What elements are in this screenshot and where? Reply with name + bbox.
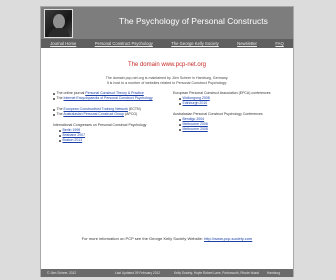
item-link[interactable]: Wollongong 2008 (183, 96, 210, 100)
site-header: The Psychology of Personal Constructs (41, 7, 293, 39)
item-link[interactable]: Edinburgh 2010 (183, 101, 208, 105)
more-info-note: For more information on PCP see the Geor… (41, 236, 293, 241)
link-section: International Congresses on Personal Con… (53, 123, 171, 143)
bullet-icon (179, 98, 181, 100)
item-link[interactable]: Personal Construct Theory & Practice (85, 91, 144, 95)
bullet-icon (179, 124, 181, 126)
list-item: The Australasian Personal Construct Grou… (53, 112, 171, 117)
more-info-text: For more information on PCP see the Geor… (81, 236, 205, 241)
intro-text: The domain pcp-net.org is maintained by … (41, 76, 293, 86)
bullet-icon (53, 114, 55, 116)
item-link[interactable]: Boston 2013 (63, 138, 83, 142)
nav-journal-home[interactable]: Journal Home (50, 41, 76, 46)
item-suffix: (APCG) (124, 112, 138, 116)
item-prefix: The online journal (56, 91, 86, 95)
item-prefix: The (56, 107, 64, 111)
bullet-icon (179, 103, 181, 105)
link-section: The online journal Personal Construct Th… (53, 91, 171, 101)
bullet-icon (179, 119, 181, 121)
right-column: European Personal Construct Association … (173, 91, 289, 132)
site-title: The Psychology of Personal Constructs (119, 16, 268, 26)
list-item: Edinburgh 2010 (173, 101, 289, 106)
site-footer: © Jörn Scheer, 2012 Last Updated 09 Febr… (41, 269, 293, 277)
list-item: Boston 2013 (53, 138, 171, 143)
item-link[interactable]: Australasian Personal Construct Group (63, 112, 124, 116)
nav-george-kelly-society[interactable]: The George Kelly Society (171, 41, 218, 46)
page-frame: The Psychology of Personal Constructs Jo… (40, 6, 294, 277)
pcp-society-link[interactable]: http://www.pcp-society.com (204, 236, 252, 241)
bullet-icon (53, 93, 55, 95)
domain-heading: The domain www.pcp-net.org (127, 62, 207, 68)
left-column: The online journal Personal Construct Th… (53, 91, 171, 143)
copyright-link[interactable]: © Jörn Scheer, 2012 (47, 271, 76, 275)
bullet-icon (59, 135, 61, 137)
item-prefix: The (56, 96, 64, 100)
bullet-icon (59, 130, 61, 132)
main-nav: Journal Home Personal Construct Psycholo… (41, 39, 293, 48)
bullet-icon (53, 98, 55, 100)
bullet-icon (53, 109, 55, 111)
list-item: Melbourne 2008 (173, 127, 289, 132)
link-section: The European Constructivist Training Net… (53, 107, 171, 117)
link-section: European Personal Construct Association … (173, 91, 289, 106)
last-updated: Last Updated 09 February 2012 (115, 270, 161, 275)
item-link[interactable]: Melbourne 2008 (183, 127, 208, 131)
item-link[interactable]: Brisbane 2007 (63, 133, 86, 137)
item-link[interactable]: Bendigo 2004 (183, 117, 205, 121)
bullet-icon (59, 140, 61, 142)
nav-newsletter[interactable]: Newsletter (237, 41, 257, 46)
link-section: Australasian Personal Construct Psycholo… (173, 112, 289, 132)
list-item: The Internet Encyclopaedia of Personal C… (53, 96, 171, 101)
intro-line: It is host to a number of websites relat… (106, 81, 228, 85)
item-link[interactable]: Berlin 1999 (63, 128, 81, 132)
bullet-icon (179, 129, 181, 131)
nav-faq[interactable]: FAQ (275, 41, 283, 46)
visitor-counter: Hamburg (267, 270, 281, 275)
society-address: Kelly Society, Hoyte Robert Lane, Portsm… (174, 270, 260, 275)
nav-personal-construct-psychology[interactable]: Personal Construct Psychology (95, 41, 153, 46)
item-link[interactable]: Internet Encyclopaedia of Personal Const… (64, 96, 153, 100)
item-link[interactable]: European Constructivist Training Network (64, 107, 128, 111)
item-link[interactable]: Melbourne 2006 (183, 122, 208, 126)
item-suffix: (ECTN) (127, 107, 141, 111)
author-photo (44, 9, 73, 38)
